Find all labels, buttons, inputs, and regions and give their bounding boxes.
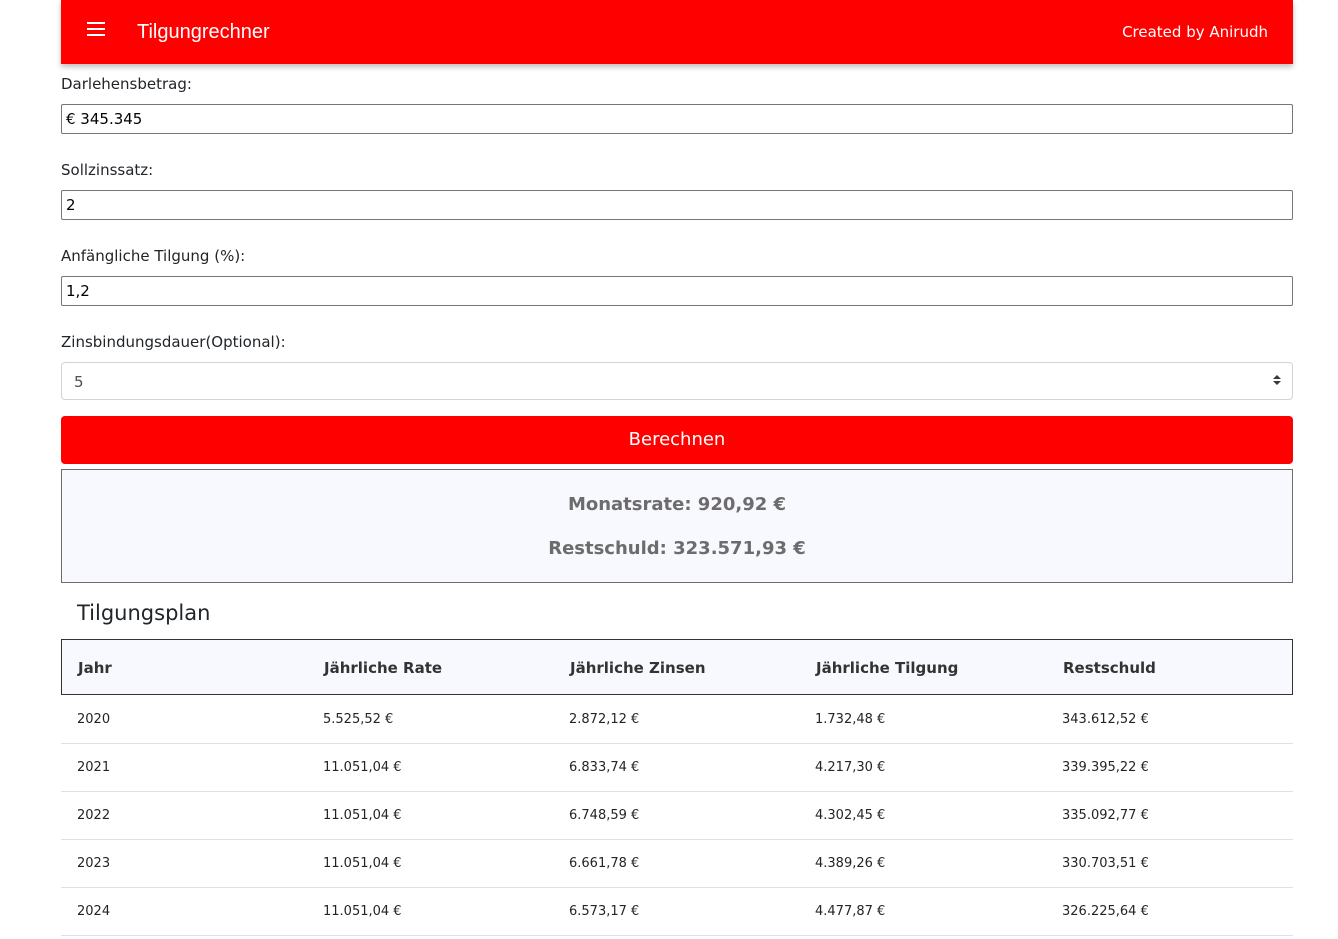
interest-rate-label: Sollzinssatz:	[61, 161, 154, 179]
table-cell: 2023	[77, 856, 111, 871]
monthly-rate-text: Monatsrate: 920,92 €	[567, 494, 787, 515]
table-cell: 11.051,04 €	[323, 760, 402, 775]
fixed-period-selected-value: 5	[74, 373, 84, 391]
app-bar: Tilgungrechner Created by Anirudh	[61, 0, 1293, 64]
fixed-period-select[interactable]: 5	[61, 362, 1293, 400]
select-arrows-icon	[1273, 375, 1281, 388]
column-header-annual-rate: Jährliche Rate	[324, 659, 443, 677]
schedule-title: Tilgungsplan	[77, 601, 211, 625]
loan-amount-label: Darlehensbetrag:	[61, 75, 192, 93]
created-by-text: Created by Anirudh	[1122, 23, 1268, 41]
table-cell: 2020	[77, 712, 111, 727]
table-cell: 4.217,30 €	[815, 760, 886, 775]
column-header-annual-repayment: Jährliche Tilgung	[816, 659, 959, 677]
table-row: 2023 11.051,04 € 6.661,78 € 4.389,26 € 3…	[61, 839, 1293, 888]
column-header-remaining-debt: Restschuld	[1063, 659, 1156, 677]
table-header: Jahr Jährliche Rate Jährliche Zinsen Jäh…	[61, 639, 1293, 695]
table-cell: 1.732,48 €	[815, 712, 886, 727]
table-cell: 6.833,74 €	[569, 760, 640, 775]
calculate-button[interactable]: Berechnen	[61, 416, 1293, 464]
table-cell: 6.661,78 €	[569, 856, 640, 871]
table-cell: 4.389,26 €	[815, 856, 886, 871]
page-container: Tilgungrechner Created by Anirudh Darleh…	[61, 0, 1293, 936]
table-cell: 11.051,04 €	[323, 856, 402, 871]
table-cell: 4.302,45 €	[815, 808, 886, 823]
table-cell: 339.395,22 €	[1062, 760, 1149, 775]
results-panel: Monatsrate: 920,92 € Restschuld: 323.571…	[61, 469, 1293, 583]
interest-rate-input[interactable]	[61, 190, 1293, 220]
table-cell: 11.051,04 €	[323, 904, 402, 919]
table-cell: 5.525,52 €	[323, 712, 394, 727]
table-cell: 335.092,77 €	[1062, 808, 1149, 823]
app-title: Tilgungrechner	[137, 21, 270, 43]
hamburger-menu-icon[interactable]	[87, 22, 107, 42]
initial-repayment-label: Anfängliche Tilgung (%):	[61, 247, 246, 265]
table-cell: 2021	[77, 760, 111, 775]
table-cell: 2.872,12 €	[569, 712, 640, 727]
loan-amount-input[interactable]	[61, 104, 1293, 134]
column-header-annual-interest: Jährliche Zinsen	[570, 659, 706, 677]
table-row: 2024 11.051,04 € 6.573,17 € 4.477,87 € 3…	[61, 887, 1293, 936]
table-cell: 343.612,52 €	[1062, 712, 1149, 727]
table-cell: 326.225,64 €	[1062, 904, 1149, 919]
fixed-period-label: Zinsbindungsdauer(Optional):	[61, 333, 286, 351]
table-cell: 330.703,51 €	[1062, 856, 1149, 871]
table-cell: 2022	[77, 808, 111, 823]
column-header-year: Jahr	[78, 659, 112, 677]
table-cell: 4.477,87 €	[815, 904, 886, 919]
initial-repayment-input[interactable]	[61, 276, 1293, 306]
table-cell: 2024	[77, 904, 111, 919]
table-cell: 6.748,59 €	[569, 808, 640, 823]
table-cell: 6.573,17 €	[569, 904, 640, 919]
table-cell: 11.051,04 €	[323, 808, 402, 823]
remaining-debt-text: Restschuld: 323.571,93 €	[548, 538, 806, 559]
table-row: 2022 11.051,04 € 6.748,59 € 4.302,45 € 3…	[61, 791, 1293, 840]
table-row: 2020 5.525,52 € 2.872,12 € 1.732,48 € 34…	[61, 695, 1293, 744]
table-row: 2021 11.051,04 € 6.833,74 € 4.217,30 € 3…	[61, 743, 1293, 792]
